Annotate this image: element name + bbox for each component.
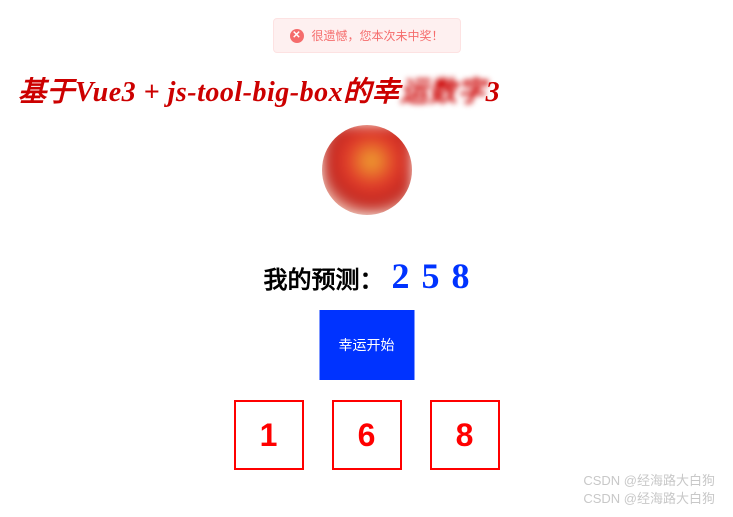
start-button[interactable]: 幸运开始 bbox=[319, 310, 414, 380]
result-row: 1 6 8 bbox=[0, 400, 733, 470]
predict-digit: 8 bbox=[452, 255, 470, 297]
predict-digit: 5 bbox=[422, 255, 440, 297]
prediction-row: 我的预测： 2 5 8 bbox=[0, 255, 733, 297]
result-digit: 1 bbox=[234, 400, 304, 470]
alert-message: 很遗憾，您本次未中奖！ bbox=[311, 27, 443, 44]
predict-digit: 2 bbox=[392, 255, 410, 297]
avatar bbox=[322, 125, 412, 215]
result-digit: 8 bbox=[430, 400, 500, 470]
alert-banner: ✕ 很遗憾，您本次未中奖！ bbox=[272, 18, 460, 53]
prediction-numbers: 2 5 8 bbox=[392, 255, 470, 297]
watermark: CSDN @经海路大白狗 bbox=[583, 470, 715, 489]
prediction-label: 我的预测： bbox=[264, 260, 384, 295]
error-icon: ✕ bbox=[289, 29, 303, 43]
result-digit: 6 bbox=[332, 400, 402, 470]
watermark: CSDN @经海路大白狗 bbox=[583, 488, 715, 507]
avatar-image bbox=[322, 125, 412, 215]
page-title: 基于Vue3 + js-tool-big-box的幸运数字3 bbox=[18, 70, 715, 110]
